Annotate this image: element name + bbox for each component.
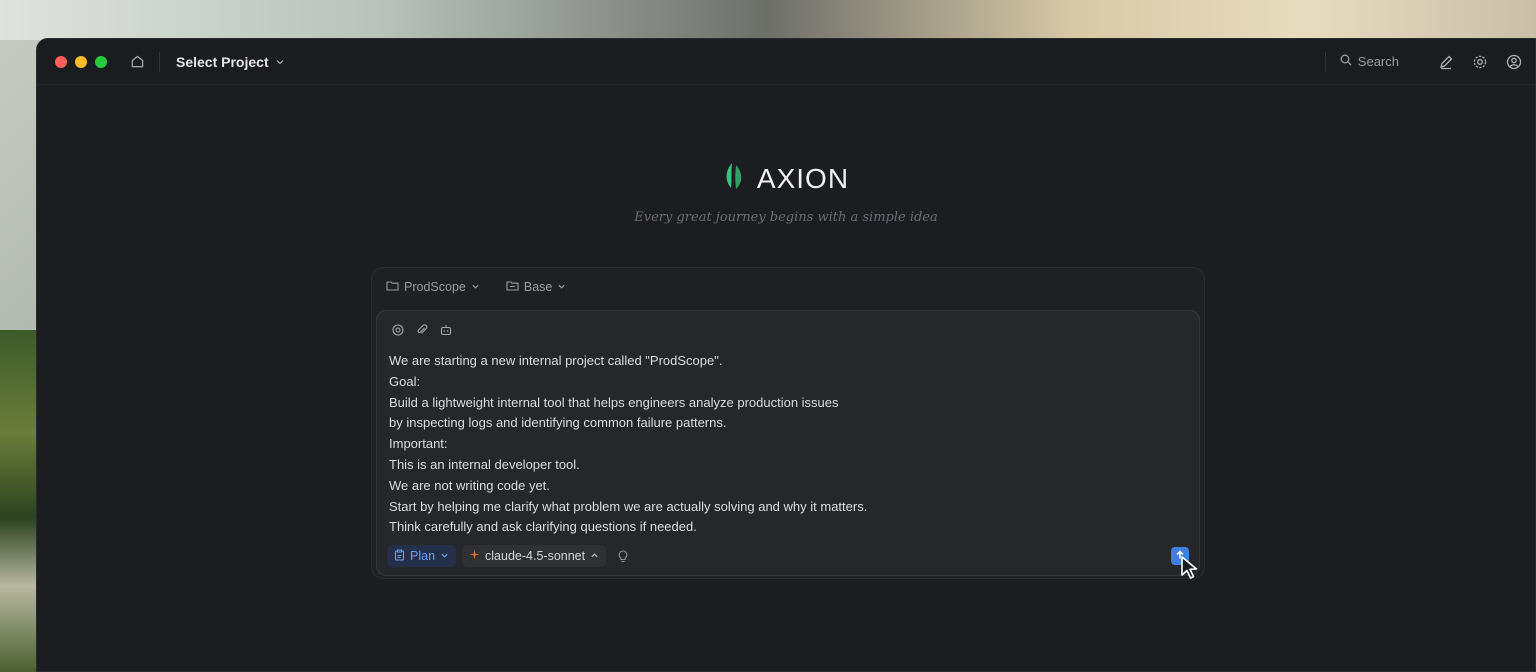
prompt-input-card[interactable]: We are starting a new internal project c… [376,310,1200,576]
new-note-icon[interactable] [1435,51,1457,73]
mention-icon[interactable] [391,323,405,337]
attach-paperclip-icon[interactable] [415,323,429,337]
composer-bottom-bar: Plan claude-4.5-sonnet [387,545,1189,567]
prompt-composer: ProdScope Base We are starting a new int… [371,267,1205,579]
brand-name: AXION [756,162,850,194]
search-button[interactable]: Search [1340,54,1399,69]
prompt-line: Think carefully and ask clarifying quest… [389,519,697,535]
context-row: ProdScope Base [386,280,566,294]
project-context-label: ProdScope [404,280,466,294]
brand-row: AXION [723,161,849,196]
brand-header: AXION Every great journey begins with a … [37,161,1535,226]
prompt-line: Start by helping me clarify what problem… [389,498,868,514]
search-label: Search [1357,54,1399,69]
folder-branch-icon [506,280,519,294]
title-bar: Select Project Search [37,39,1535,85]
minimize-window-button[interactable] [75,55,87,68]
project-context-selector[interactable]: ProdScope [386,280,480,294]
chevron-up-icon [590,549,599,563]
input-toolbar [391,323,453,337]
zoom-window-button[interactable] [95,55,107,68]
mouse-pointer-icon [1180,555,1204,581]
prompt-line: Important: [389,436,448,452]
titlebar-divider [1324,51,1326,72]
prompt-line: Goal: [389,373,421,389]
close-window-button[interactable] [55,55,67,68]
model-spark-icon [469,549,480,563]
window-controls [55,55,107,68]
search-icon [1340,54,1352,69]
prompt-line: Build a lightweight internal tool that h… [389,394,839,410]
branch-context-label: Base [523,280,553,294]
leaf-logo-icon [723,161,745,196]
account-icon[interactable] [1503,51,1525,73]
model-selector[interactable]: claude-4.5-sonnet [462,545,607,567]
clipboard-plan-icon [394,549,405,564]
prompt-line: We are starting a new internal project c… [389,353,723,368]
desktop-wallpaper-top [0,0,1536,40]
model-label: claude-4.5-sonnet [485,549,586,563]
chevron-down-icon [440,549,449,563]
titlebar-divider [159,51,160,72]
titlebar-actions: Search [1324,51,1525,73]
brand-tagline: Every great journey begins with a simple… [634,210,938,225]
app-window: Select Project Search AXION Every great … [36,38,1536,672]
home-icon[interactable] [127,52,147,72]
mode-label: Plan [410,549,436,563]
prompt-line: by inspecting logs and identifying commo… [389,415,727,431]
lightbulb-icon[interactable] [614,545,632,567]
prompt-line: We are not writing code yet. [389,477,550,493]
chevron-down-icon [471,280,480,294]
bot-icon[interactable] [439,323,453,337]
mode-selector[interactable]: Plan [387,545,457,567]
chevron-down-icon [275,54,285,70]
chevron-down-icon [557,280,566,294]
prompt-line: This is an internal developer tool. [389,456,580,472]
settings-gear-icon[interactable] [1469,51,1491,73]
branch-context-selector[interactable]: Base [506,280,567,294]
project-selector-label: Select Project [176,53,269,70]
project-selector[interactable]: Select Project [176,54,285,70]
desktop-wallpaper-side [0,330,40,672]
folder-icon [386,280,399,294]
prompt-text[interactable]: We are starting a new internal project c… [389,351,1189,538]
